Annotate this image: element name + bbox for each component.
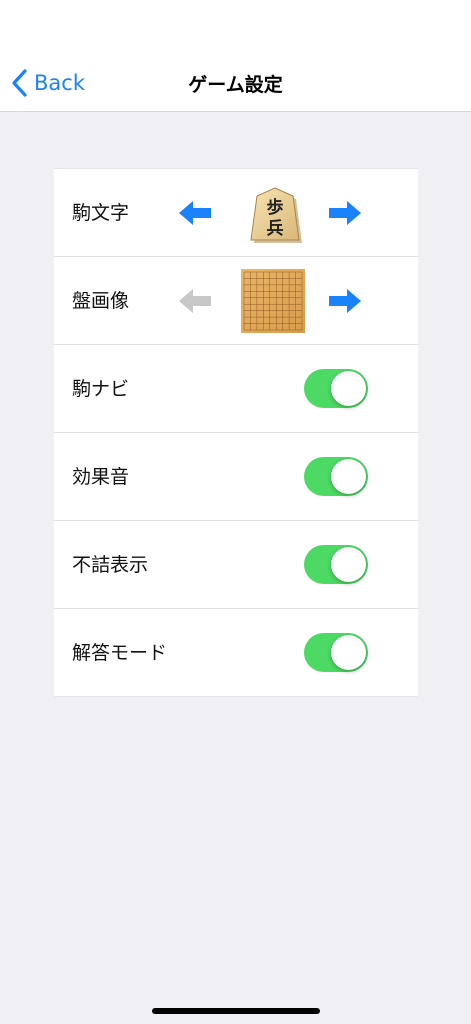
show-invalid-label: 不詰表示 <box>72 554 149 576</box>
toggle-knob <box>331 459 366 494</box>
show-invalid-toggle[interactable] <box>304 545 368 584</box>
arrow-left-icon[interactable] <box>178 286 212 316</box>
piece-navi-label: 駒ナビ <box>72 378 130 400</box>
navigation-bar: Back ゲーム設定 <box>0 0 471 112</box>
setting-row-sound-effects: 効果音 <box>54 433 418 521</box>
settings-card: 駒文字 歩 兵 盤画像 駒ナビ 効果音 不詰表示 解答モード <box>54 168 418 697</box>
setting-row-piece-navi: 駒ナビ <box>54 345 418 433</box>
arrow-left-icon[interactable] <box>178 198 212 228</box>
shogi-piece-icon: 歩 兵 <box>250 187 302 243</box>
arrow-right-icon[interactable] <box>328 286 362 316</box>
answer-mode-toggle[interactable] <box>304 633 368 672</box>
piece-navi-toggle[interactable] <box>304 369 368 408</box>
toggle-knob <box>331 635 366 670</box>
home-indicator[interactable] <box>152 1008 320 1014</box>
board-image-label: 盤画像 <box>72 290 130 312</box>
shogi-board-icon <box>241 269 305 333</box>
setting-row-show-invalid: 不詰表示 <box>54 521 418 609</box>
toggle-knob <box>331 371 366 406</box>
setting-row-answer-mode: 解答モード <box>54 609 418 697</box>
sound-effects-toggle[interactable] <box>304 457 368 496</box>
setting-row-piece-style: 駒文字 歩 兵 <box>54 169 418 257</box>
sound-effects-label: 効果音 <box>72 466 130 488</box>
piece-glyph-top: 歩 <box>267 197 284 218</box>
answer-mode-label: 解答モード <box>72 642 168 664</box>
toggle-knob <box>331 547 366 582</box>
page-title: ゲーム設定 <box>188 74 283 96</box>
piece-style-label: 駒文字 <box>72 202 130 224</box>
piece-glyph-bottom: 兵 <box>267 218 284 239</box>
setting-row-board-image: 盤画像 <box>54 257 418 345</box>
arrow-right-icon[interactable] <box>328 198 362 228</box>
